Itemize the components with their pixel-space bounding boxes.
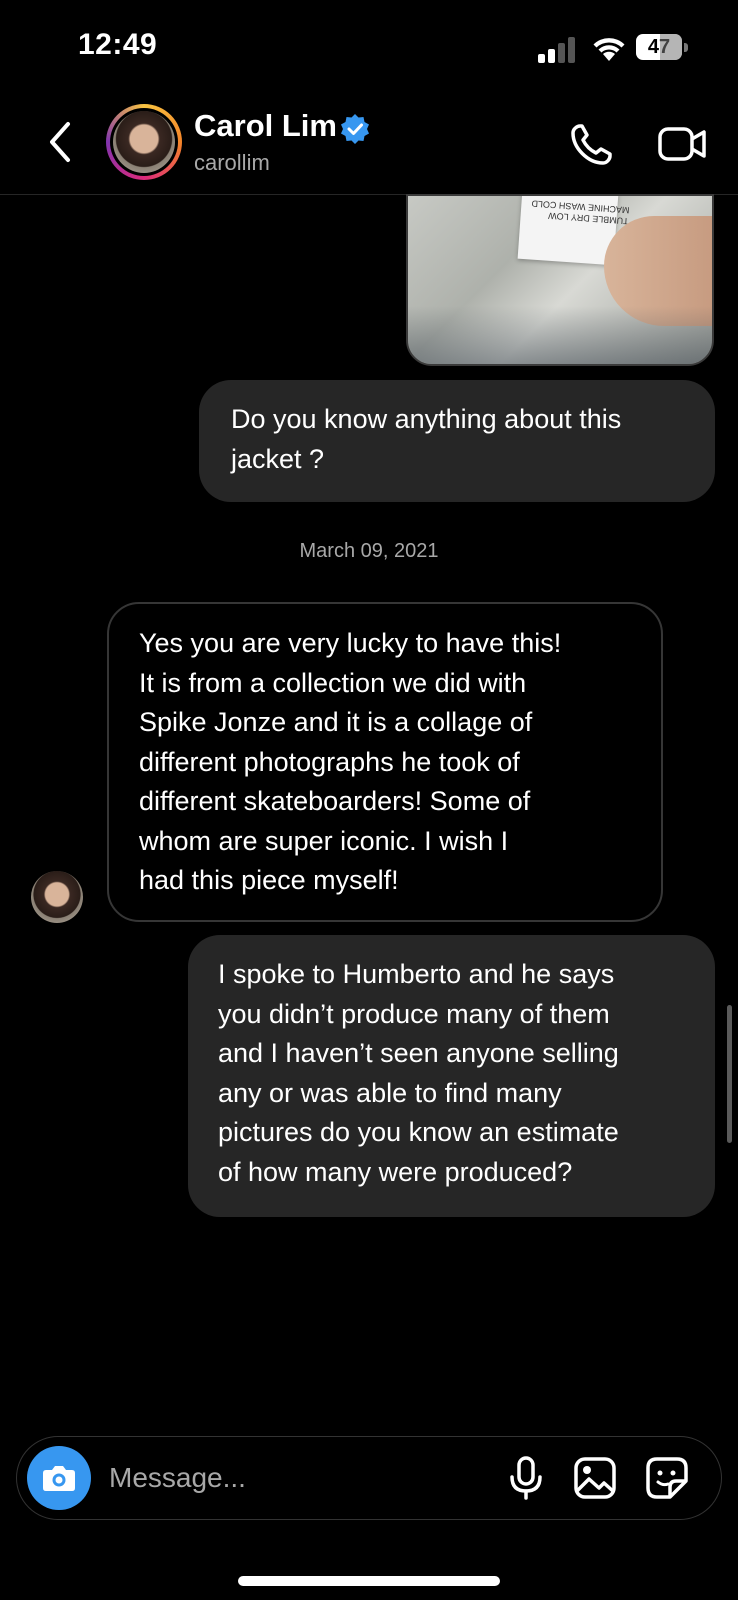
chat-header: Carol Lim carollim [0, 100, 738, 195]
care-tag-text: TUMBLE DRY LOW MACHINE WASH COLD [531, 198, 630, 227]
message-text-line: different photographs he took of [139, 746, 520, 777]
sender-avatar[interactable] [31, 871, 83, 923]
message-text-line: had this piece myself! [139, 865, 399, 895]
received-message-bubble[interactable]: Yes you are very lucky to have this! It … [107, 602, 663, 922]
message-input[interactable] [107, 1451, 491, 1505]
message-text-line: you didn’t produce many of them [218, 998, 610, 1029]
message-text-line: of how many were produced? [218, 1156, 573, 1187]
sent-message-bubble[interactable]: Do you know anything about this jacket ? [199, 380, 715, 502]
home-indicator[interactable] [238, 1576, 500, 1586]
shared-photo-message[interactable]: TUMBLE DRY LOW MACHINE WASH COLD [406, 194, 714, 366]
scrollbar[interactable] [727, 1005, 732, 1143]
back-chevron-icon[interactable] [44, 120, 78, 164]
sticker-icon[interactable] [644, 1455, 690, 1501]
message-text-line: Do you know anything about this [231, 404, 622, 434]
status-time: 12:49 [78, 28, 158, 61]
gallery-icon[interactable] [572, 1455, 618, 1501]
date-separator: March 09, 2021 [299, 540, 439, 562]
battery-icon: 47 [636, 34, 688, 62]
message-text-line: Yes you are very lucky to have this! [139, 628, 562, 658]
avatar-photo [113, 111, 175, 173]
message-text-line: any or was able to find many [218, 1077, 562, 1108]
contact-name[interactable]: Carol Lim [194, 108, 337, 144]
verified-badge-icon [341, 114, 369, 144]
message-text-line: pictures do you know an estimate [218, 1117, 619, 1147]
camera-icon [43, 1466, 75, 1491]
wifi-icon [593, 38, 625, 61]
clothing-care-tag: TUMBLE DRY LOW MACHINE WASH COLD [517, 196, 630, 266]
camera-button[interactable] [27, 1446, 91, 1510]
message-text-line: whom are super iconic. I wish I [139, 825, 509, 856]
contact-handle: carollim [194, 150, 270, 175]
contact-avatar[interactable] [106, 104, 182, 180]
message-text-line: I spoke to Humberto and he says [218, 959, 615, 989]
video-camera-icon[interactable] [658, 124, 708, 164]
message-text-line: Spike Jonze and it is a collage of [139, 707, 533, 737]
status-bar: 12:49 47 [0, 0, 738, 100]
phone-icon[interactable] [568, 122, 614, 168]
message-text-line: It is from a collection we did with [139, 667, 527, 698]
message-text-line: and I haven’t seen anyone selling [218, 1038, 619, 1068]
cellular-signal-icon [538, 37, 575, 63]
message-text-line: jacket ? [231, 443, 325, 474]
microphone-icon[interactable] [503, 1455, 549, 1501]
message-composer [16, 1436, 722, 1520]
sent-message-bubble[interactable]: I spoke to Humberto and he says you didn… [188, 935, 715, 1217]
message-text-line: different skateboarders! Some of [139, 786, 531, 816]
